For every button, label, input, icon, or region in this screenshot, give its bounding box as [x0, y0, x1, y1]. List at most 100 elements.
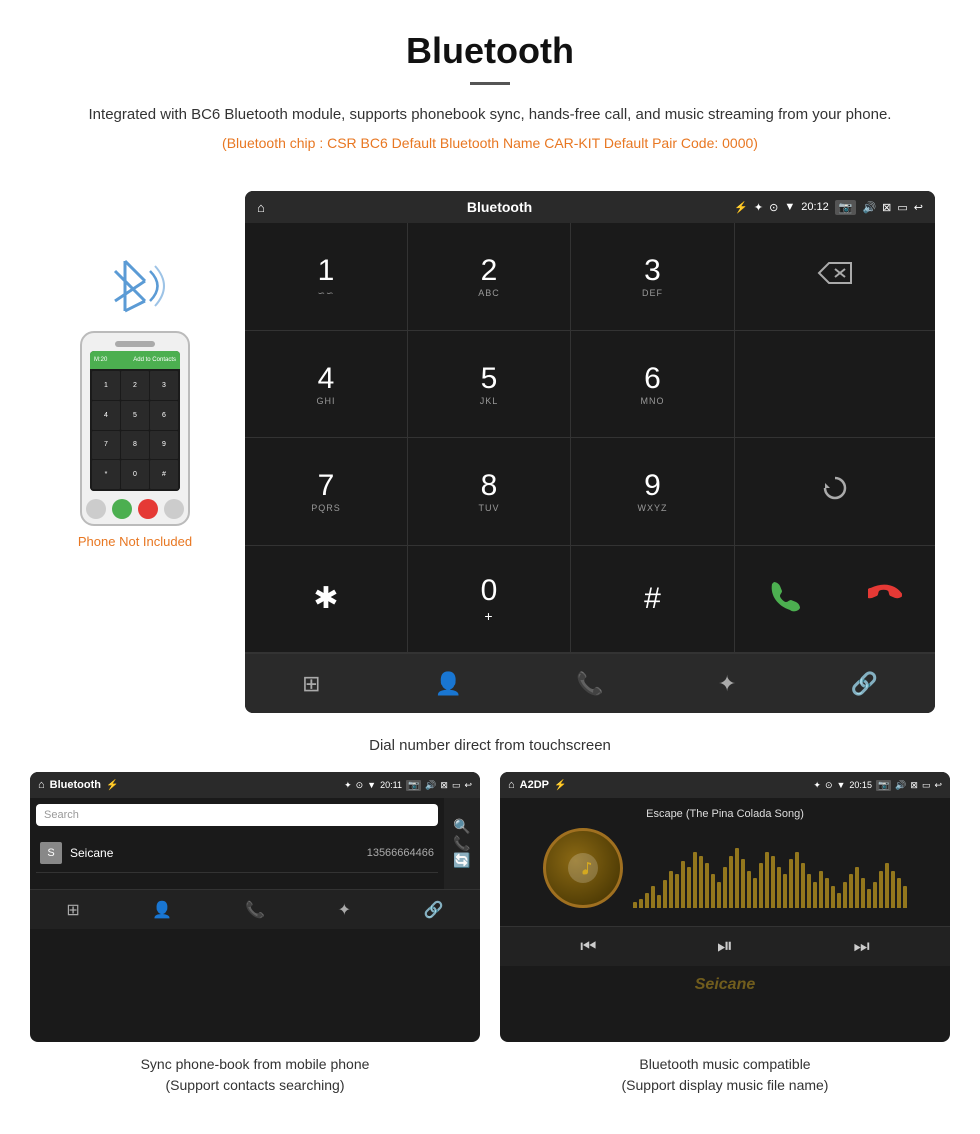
next-icon[interactable]: ⏭	[854, 936, 870, 957]
prev-icon[interactable]: ⏮	[580, 936, 596, 957]
call-green-icon[interactable]	[768, 578, 802, 619]
dial-key-2[interactable]: 2 ABC	[408, 223, 571, 331]
statusbar-title: Bluetooth	[467, 199, 532, 215]
usb-icon: ⚡	[734, 201, 748, 214]
empty-cell-1	[735, 331, 935, 439]
phone-key-3: 3	[150, 371, 178, 400]
dial-key-9-sub: WXYZ	[638, 503, 668, 513]
viz-bar	[693, 852, 697, 908]
camera-icon[interactable]: 📷	[835, 200, 857, 215]
dial-key-1-sub: ∽∽	[317, 288, 334, 299]
mus-x-icon[interactable]: ⊠	[910, 780, 918, 791]
music-android-screen: ⌂ A2DP ⚡ ✦ ⊙ ▼ 20:15 📷 🔊 ⊠ ▭ ↩ E	[500, 772, 950, 1042]
pb-nav-grid[interactable]: ⊞	[66, 900, 79, 920]
pb-nav-phone[interactable]: 📞	[245, 900, 265, 920]
dial-key-9[interactable]: 9 WXYZ	[571, 438, 734, 546]
phonebook-statusbar: ⌂ Bluetooth ⚡ ✦ ⊙ ▼ 20:11 📷 🔊 ⊠ ▭ ↩	[30, 772, 480, 798]
search-bar[interactable]: Search	[36, 804, 438, 826]
bluetooth-nav-icon[interactable]: ✦	[718, 671, 736, 697]
phone-icon[interactable]: 📞	[576, 671, 603, 697]
dial-key-star[interactable]: ✱	[245, 546, 408, 654]
search-right-icon[interactable]: 🔍	[453, 818, 470, 835]
pb-cam-icon[interactable]: 📷	[406, 780, 421, 791]
phone-key-4: 4	[92, 401, 120, 430]
window-icon[interactable]: ▭	[897, 201, 907, 214]
mus-back-icon[interactable]: ↩	[934, 780, 942, 791]
phone-not-included-label: Phone Not Included	[78, 534, 192, 549]
pb-back-icon[interactable]: ↩	[464, 780, 472, 791]
dial-key-8-sub: TUV	[479, 503, 500, 513]
title-underline	[470, 82, 510, 85]
contacts-icon[interactable]: 👤	[435, 671, 462, 697]
viz-bar	[681, 861, 685, 908]
contact-name: Seicane	[70, 846, 367, 860]
call-red-icon[interactable]	[868, 578, 902, 619]
page-title: Bluetooth	[60, 30, 920, 72]
call-right-icon[interactable]: 📞	[453, 835, 470, 852]
viz-bar	[807, 874, 811, 908]
dial-key-hash[interactable]: #	[571, 546, 734, 654]
dial-key-2-main: 2	[481, 254, 498, 288]
dialer-right-panel	[735, 223, 935, 653]
mus-sig-icon: ▼	[837, 780, 846, 790]
dial-key-5-main: 5	[481, 362, 498, 396]
phonebook-home-icon[interactable]: ⌂	[38, 779, 45, 791]
music-caption-line2: (Support display music file name)	[622, 1077, 829, 1093]
phonebook-title: Bluetooth	[50, 779, 101, 791]
dial-key-1[interactable]: 1 ∽∽	[245, 223, 408, 331]
pb-nav-contacts[interactable]: 👤	[152, 900, 172, 920]
grid-icon[interactable]: ⊞	[302, 671, 320, 697]
music-home-icon[interactable]: ⌂	[508, 779, 515, 791]
refresh-icon	[820, 473, 850, 510]
viz-bar	[669, 871, 673, 909]
dial-key-4[interactable]: 4 GHI	[245, 331, 408, 439]
phone-keypad: 1 2 3 4 5 6 7 8 9 * 0 #	[90, 369, 180, 491]
sync-right-icon[interactable]: 🔄	[453, 852, 470, 869]
music-content: Escape (The Pina Colada Song)	[500, 798, 950, 926]
bluetooth-icon: ✦	[754, 201, 763, 214]
dial-key-5[interactable]: 5 JKL	[408, 331, 571, 439]
phonebook-bottom-nav: ⊞ 👤 📞 ✦ 🔗	[30, 889, 480, 929]
pb-nav-bt[interactable]: ✦	[338, 900, 351, 920]
dial-key-3[interactable]: 3 DEF	[571, 223, 734, 331]
play-pause-icon[interactable]: ⏯	[717, 935, 733, 958]
dial-key-4-sub: GHI	[316, 396, 335, 406]
music-title-bar: A2DP	[520, 779, 549, 791]
dial-key-8[interactable]: 8 TUV	[408, 438, 571, 546]
phone-key-star: *	[92, 460, 120, 489]
dial-key-0[interactable]: 0 +	[408, 546, 571, 654]
phone-screen-header: M:20 Add to Contacts	[90, 351, 180, 369]
x-box-icon[interactable]: ⊠	[882, 201, 891, 214]
mus-time: 20:15	[849, 780, 872, 790]
dial-key-7-main: 7	[318, 469, 335, 503]
pb-x-icon[interactable]: ⊠	[440, 780, 448, 791]
viz-bar	[903, 886, 907, 909]
mus-win-icon[interactable]: ▭	[922, 780, 931, 791]
time-display: 20:12	[801, 201, 829, 213]
mus-vol-icon[interactable]: 🔊	[895, 780, 906, 791]
dial-key-7[interactable]: 7 PQRS	[245, 438, 408, 546]
home-icon[interactable]: ⌂	[257, 200, 265, 215]
music-screen-wrap: ⌂ A2DP ⚡ ✦ ⊙ ▼ 20:15 📷 🔊 ⊠ ▭ ↩ E	[500, 772, 950, 1102]
contact-row: S Seicane 13566664466	[36, 834, 438, 873]
location-icon: ⊙	[769, 201, 778, 214]
redial-cell[interactable]	[735, 438, 935, 546]
viz-bar	[771, 856, 775, 909]
link-icon[interactable]: 🔗	[850, 671, 877, 697]
viz-bar	[789, 859, 793, 908]
bluetooth-waves-icon	[95, 251, 175, 321]
phonebook-statusbar-right: ✦ ⊙ ▼ 20:11 📷 🔊 ⊠ ▭ ↩	[344, 780, 472, 791]
pb-win-icon[interactable]: ▭	[452, 780, 461, 791]
phone-key-7: 7	[92, 431, 120, 460]
dial-key-3-sub: DEF	[642, 288, 663, 298]
back-icon[interactable]: ↩	[914, 201, 923, 214]
pb-nav-link[interactable]: 🔗	[424, 900, 444, 920]
mus-cam-icon[interactable]: 📷	[876, 780, 891, 791]
album-art	[543, 828, 623, 908]
volume-icon[interactable]: 🔊	[862, 201, 876, 214]
viz-bar	[831, 886, 835, 909]
contact-avatar: S	[40, 842, 62, 864]
pb-vol-icon[interactable]: 🔊	[425, 780, 436, 791]
delete-cell[interactable]	[735, 223, 935, 331]
dial-key-6[interactable]: 6 MNO	[571, 331, 734, 439]
